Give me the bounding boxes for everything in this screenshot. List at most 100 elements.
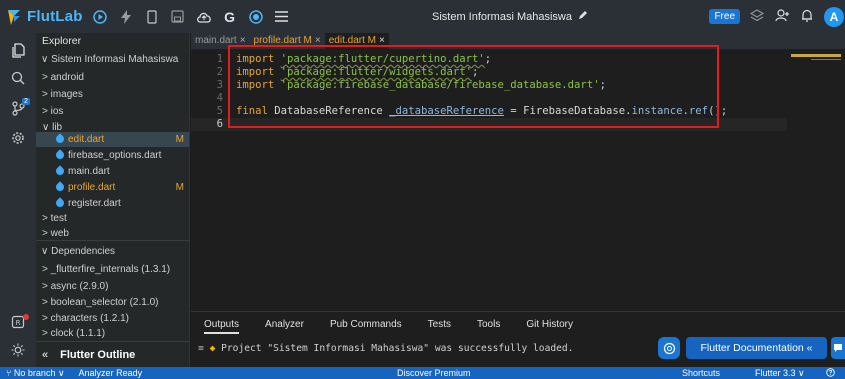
tab-label: profile.dart M — [253, 35, 312, 46]
editor-tabs: main.dart × profile.dart M × edit.dart M × — [191, 33, 845, 49]
source-control-icon[interactable]: 2 — [0, 98, 36, 119]
tree-file-profile-dart[interactable]: profile.dart M — [36, 180, 189, 195]
import-string: 'package:flutter/cupertino.dart' — [280, 53, 485, 65]
top-bar: FlutLab G Sistem Informasi Mahasiswa Fre… — [0, 0, 845, 33]
ai-assistant-button[interactable] — [658, 337, 680, 359]
modified-flag: M — [175, 134, 184, 145]
tree-folder-images[interactable]: > images — [36, 87, 189, 102]
add-user-icon[interactable] — [775, 8, 790, 25]
tree-folder-android[interactable]: > android — [36, 70, 189, 85]
tree-root[interactable]: ∨ Sistem Informasi Mahasiswa — [36, 52, 189, 67]
flutlab-logo[interactable]: FlutLab — [6, 8, 83, 26]
theme-sun-icon[interactable] — [0, 343, 36, 360]
close-icon[interactable]: × — [379, 35, 385, 46]
dependency-item[interactable]: > boolean_selector (2.1.0) — [36, 295, 189, 310]
tab-profile-dart[interactable]: profile.dart M × — [250, 33, 325, 49]
import-string: 'package:flutter/widgets.dart' — [280, 66, 473, 78]
run-icon[interactable] — [91, 8, 109, 26]
tree-label: > test — [42, 213, 67, 224]
dart-file-icon — [54, 181, 66, 193]
class-name: DatabaseReference — [274, 105, 383, 117]
branch-label: No branch ∨ — [13, 367, 65, 378]
tree-label: register.dart — [68, 198, 121, 209]
line-number: 3 — [216, 79, 223, 91]
notification-dot — [23, 314, 29, 320]
device-icon[interactable] — [143, 8, 161, 26]
dependencies-header[interactable]: ∨ Dependencies — [36, 244, 189, 259]
chat-icon[interactable] — [831, 337, 845, 359]
keyword: import — [236, 53, 275, 65]
tree-file-register-dart[interactable]: register.dart — [36, 196, 189, 211]
google-icon[interactable]: G — [221, 8, 239, 26]
free-plan-badge[interactable]: Free — [709, 9, 740, 24]
dependency-label: > async (2.9.0) — [42, 281, 109, 292]
help-icon[interactable] — [826, 367, 835, 379]
dependency-label: > clock (1.1.1) — [42, 328, 106, 339]
cloud-upload-icon[interactable] — [195, 8, 213, 26]
tree-folder-web[interactable]: > web — [36, 226, 189, 241]
bell-icon[interactable] — [801, 9, 813, 25]
property-name: instance — [631, 105, 683, 117]
tab-edit-dart[interactable]: edit.dart M × — [324, 33, 389, 49]
function-name: ref — [688, 105, 709, 117]
settings-gear-icon[interactable] — [0, 131, 36, 148]
line-number: 1 — [216, 53, 223, 65]
minimap[interactable] — [791, 54, 841, 57]
git-branch-icon: ⑂ — [6, 367, 12, 378]
tab-main-dart[interactable]: main.dart × — [191, 33, 250, 49]
status-bar: ⑂ No branch ∨ Analyzer Ready Discover Pr… — [0, 367, 845, 379]
flutter-version-selector[interactable]: Flutter 3.3 ∨ — [755, 368, 805, 379]
tree-folder-ios[interactable]: > ios — [36, 104, 189, 119]
dependency-item[interactable]: > characters (1.2.1) — [36, 311, 189, 326]
import-string: 'package:firebase_database/firebase_data… — [280, 79, 600, 91]
output-panel: ≡ ◆ Project "Sistem Informasi Mahasiswa"… — [191, 337, 845, 367]
dependency-item[interactable]: > async (2.9.0) — [36, 279, 189, 294]
chevron-down-icon: ∨ — [41, 54, 52, 65]
dependency-item[interactable]: > clock (1.1.1) — [36, 326, 189, 341]
rename-pencil-icon[interactable] — [578, 10, 588, 23]
search-icon[interactable] — [0, 71, 36, 88]
keyword: final — [236, 105, 268, 117]
branch-selector[interactable]: ⑂ No branch ∨ — [6, 368, 65, 379]
close-icon[interactable]: × — [240, 35, 246, 46]
device-preview-icon[interactable] — [247, 8, 265, 26]
tab-tests[interactable]: Tests — [428, 319, 451, 330]
punctuation: (); — [708, 105, 728, 117]
tree-label: firebase_options.dart — [68, 150, 162, 161]
hot-reload-icon[interactable] — [117, 8, 135, 26]
menu-icon[interactable] — [273, 8, 291, 26]
tab-outputs[interactable]: Outputs — [204, 319, 240, 334]
line-number: 2 — [216, 66, 223, 78]
discover-premium-link[interactable]: Discover Premium — [397, 368, 471, 378]
tab-label: main.dart — [195, 35, 237, 46]
flutter-outline-toggle[interactable]: « Flutter Outline — [36, 341, 189, 367]
tab-tools[interactable]: Tools — [477, 319, 500, 330]
avatar[interactable]: A — [824, 6, 844, 27]
layers-icon[interactable] — [749, 8, 765, 25]
project-title: Sistem Informasi Mahasiswa — [432, 0, 588, 33]
panel-tabs: Outputs Analyzer Pub Commands Tests Tool… — [191, 311, 845, 337]
dependency-item[interactable]: > _flutterfire_internals (1.3.1) — [36, 262, 189, 277]
code-line: 4 — [191, 92, 787, 105]
punctuation: ; — [599, 79, 606, 91]
tree-folder-test[interactable]: > test — [36, 211, 189, 226]
code-editor[interactable]: 1 import 'package:flutter/cupertino.dart'… — [191, 45, 845, 311]
console-message: Project "Sistem Informasi Mahasiswa" was… — [221, 343, 574, 354]
save-icon[interactable] — [169, 8, 187, 26]
wrap-lines-icon[interactable]: ≡ — [198, 343, 204, 354]
tab-git-history[interactable]: Git History — [526, 319, 573, 330]
files-icon[interactable] — [0, 43, 36, 61]
tab-analyzer[interactable]: Analyzer — [265, 319, 304, 330]
dart-file-icon — [54, 133, 66, 145]
tab-pub-commands[interactable]: Pub Commands — [330, 319, 402, 330]
tree-label: main.dart — [68, 166, 110, 177]
tree-file-edit-dart[interactable]: edit.dart M — [36, 132, 189, 147]
flutter-documentation-button[interactable]: Flutter Documentation « — [686, 337, 827, 359]
minimap-line — [811, 59, 841, 60]
tree-file-main-dart[interactable]: main.dart — [36, 164, 189, 179]
close-icon[interactable]: × — [315, 35, 321, 46]
device-manager-icon[interactable]: R — [0, 314, 36, 332]
tree-file-firebase-options[interactable]: firebase_options.dart — [36, 148, 189, 163]
shortcuts-link[interactable]: Shortcuts — [682, 368, 720, 378]
chevron-up-double-icon: « — [42, 348, 49, 361]
